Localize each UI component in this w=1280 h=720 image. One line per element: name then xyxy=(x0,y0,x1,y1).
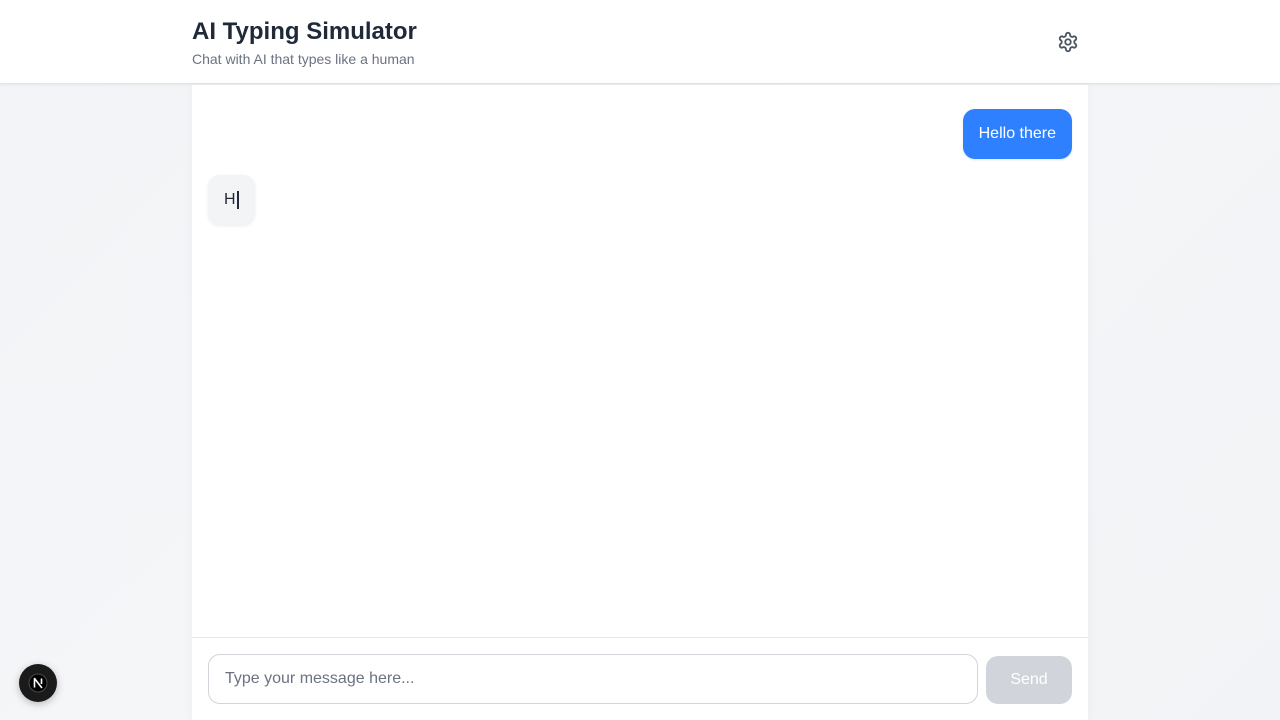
typing-cursor xyxy=(236,191,239,209)
assistant-message-bubble: H xyxy=(208,175,255,225)
app-header: AI Typing Simulator Chat with AI that ty… xyxy=(0,0,1280,84)
message-list: Hello there H xyxy=(192,85,1088,637)
settings-button[interactable] xyxy=(1052,26,1084,58)
send-button[interactable]: Send xyxy=(986,656,1072,704)
user-message-text: Hello there xyxy=(978,125,1056,142)
assistant-message-text: H xyxy=(224,191,236,208)
user-message-bubble: Hello there xyxy=(962,109,1072,159)
nextjs-logo-icon xyxy=(28,673,48,693)
nextjs-dev-badge[interactable] xyxy=(19,664,57,702)
message-input[interactable] xyxy=(208,654,978,704)
chat-panel: Hello there H Send xyxy=(192,85,1088,720)
page-subtitle: Chat with AI that types like a human xyxy=(192,51,415,67)
composer-bar: Send xyxy=(192,637,1088,720)
gear-icon xyxy=(1058,31,1078,53)
page-title: AI Typing Simulator xyxy=(192,18,417,45)
